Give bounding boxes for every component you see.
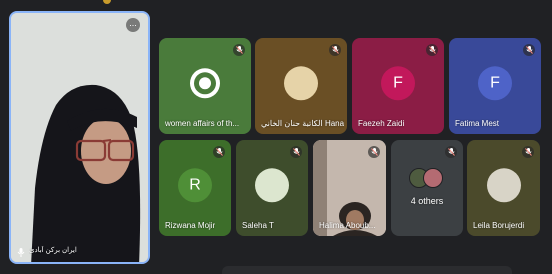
muted-mic-icon <box>233 44 245 56</box>
participant-name: Leila Borujerdi <box>473 221 525 230</box>
participant-tile[interactable]: R Rizwana Mojir <box>159 140 231 236</box>
participant-name: Fatima Mest <box>455 119 500 128</box>
participant-name: الکاتبة حنان الخاني Hanan <box>261 119 344 128</box>
self-name: ایران برکن آبادی <box>29 247 77 254</box>
muted-mic-icon <box>368 146 380 158</box>
participant-tile[interactable]: Saleha T <box>236 140 308 236</box>
participant-tile[interactable]: women affairs of th... <box>159 38 251 134</box>
participant-avatar <box>284 66 318 101</box>
participant-name: Saleha T <box>242 221 274 230</box>
participant-avatar: F <box>478 66 512 101</box>
muted-mic-icon <box>290 146 302 158</box>
participant-avatar <box>255 168 289 203</box>
participant-avatar <box>486 168 521 203</box>
participant-tile[interactable]: Halima Aboub... <box>313 140 386 236</box>
muted-mic-icon <box>522 146 534 158</box>
participant-name: Faezeh Zaidi <box>358 119 405 128</box>
self-video <box>11 13 148 262</box>
participant-avatar <box>188 66 222 100</box>
participant-name: Rizwana Mojir <box>165 221 216 230</box>
participant-tile[interactable]: Leila Borujerdi <box>467 140 540 236</box>
muted-mic-icon <box>329 44 341 56</box>
muted-mic-icon <box>213 146 225 158</box>
participant-tile[interactable]: 4 others <box>391 140 463 236</box>
group-avatars-icon <box>409 168 443 193</box>
participant-tile[interactable]: الکاتبة حنان الخاني Hanan <box>255 38 347 134</box>
participant-tile[interactable]: F Faezeh Zaidi <box>352 38 444 134</box>
participant-tile[interactable]: F Fatima Mest <box>449 38 541 134</box>
top-edge-indicator <box>103 0 111 4</box>
participant-name: women affairs of th... <box>165 119 240 128</box>
muted-mic-icon <box>523 44 535 56</box>
participant-name: 4 others <box>410 196 444 206</box>
muted-mic-icon <box>445 146 457 158</box>
self-mic-icon <box>17 244 25 257</box>
bottom-toolbar <box>222 266 512 274</box>
muted-mic-icon <box>426 44 438 56</box>
self-view-tile[interactable]: ... ایران برکن آبادی <box>9 11 150 264</box>
participant-avatar: F <box>381 66 415 101</box>
participant-avatar: R <box>178 168 212 203</box>
more-options-button[interactable]: ... <box>126 18 140 32</box>
participant-name: Halima Aboub... <box>319 221 376 230</box>
